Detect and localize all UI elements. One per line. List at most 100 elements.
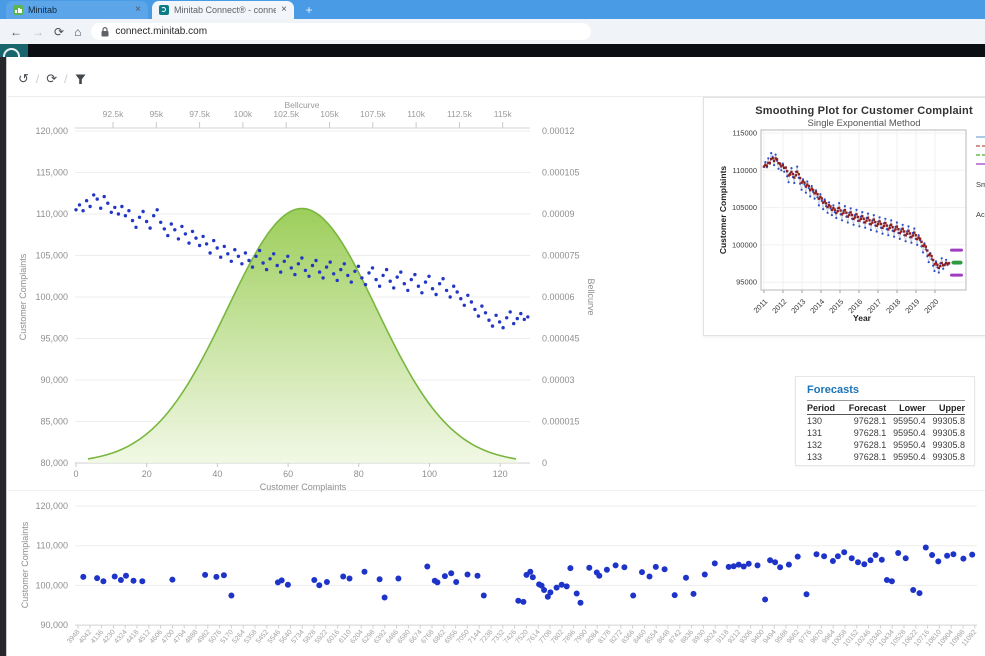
svg-text:Customer Complaints: Customer Complaints [260,482,347,492]
table-cell: 97628.1 [841,451,886,463]
svg-text:80,000: 80,000 [40,458,68,468]
svg-text:40: 40 [212,469,222,479]
bellcurve-area [88,209,518,463]
svg-text:0.00003: 0.00003 [542,375,575,385]
chart-title: Smoothing Plot for Customer Complaint [704,105,985,117]
svg-text:110,000: 110,000 [36,209,68,219]
complaints-data-points [80,545,975,606]
tab-minitab-connect[interactable]: Minitab Connect® - connect.min × [152,1,294,19]
svg-text:115000: 115000 [733,129,757,138]
svg-text:2013: 2013 [789,297,807,315]
filter-icon[interactable] [75,74,86,85]
table-cell: 97628.1 [841,427,886,439]
tab-close-icon[interactable]: × [281,5,287,15]
svg-text:105000: 105000 [732,203,757,212]
svg-text:0: 0 [542,458,547,468]
svg-text:110,000: 110,000 [36,541,68,551]
svg-text:120,000: 120,000 [35,126,68,136]
svg-text:115,000: 115,000 [36,168,68,178]
svg-text:2011: 2011 [752,297,770,315]
back-icon[interactable]: ← [10,25,22,39]
svg-text:120,000: 120,000 [35,501,68,511]
forecasts-table: PeriodForecastLowerUpper 13097628.195950… [807,400,965,463]
svg-text:115k: 115k [494,109,513,119]
column-header: Forecast [841,401,886,415]
browser-toolbar: ← → ⟳ ⌂ connect.minitab.com [0,19,985,44]
svg-text:60: 60 [283,469,293,479]
svg-text:100,000: 100,000 [35,292,68,302]
svg-text:97.5k: 97.5k [189,109,211,119]
svg-text:Bellcurve: Bellcurve [586,278,596,315]
tab-bar: Minitab × Minitab Connect® - connect.min… [0,0,985,19]
table-row: 13297628.195950.499305.8 [807,439,965,451]
minitab-favicon-icon [13,5,23,15]
table-header-row: PeriodForecastLowerUpper [807,401,965,415]
svg-text:Customer Complaints: Customer Complaints [18,253,28,340]
svg-text:110k: 110k [407,109,426,119]
tab-label: Minitab Connect® - connect.min [174,5,276,15]
svg-text:95,000: 95,000 [40,334,68,344]
svg-text:0.00012: 0.00012 [542,126,575,136]
chart-subtitle: Single Exponential Method [704,118,985,129]
svg-text:0.000105: 0.000105 [542,168,580,178]
svg-text:100: 100 [422,469,437,479]
table-cell: 130 [807,415,841,428]
column-header: Lower [886,401,925,415]
tab-close-icon[interactable]: × [135,5,141,15]
svg-text:0.00009: 0.00009 [542,209,575,219]
table-cell: 97628.1 [841,415,886,428]
svg-text:2018: 2018 [884,297,902,315]
home-icon[interactable]: ⌂ [74,25,81,39]
table-cell: 99305.8 [926,415,965,428]
svg-text:100000: 100000 [732,240,757,249]
table-cell: 95950.4 [886,439,925,451]
legend: Sm Ac [976,137,985,219]
svg-text:2014: 2014 [808,297,826,315]
lock-icon [101,27,109,37]
history-icon[interactable]: ↺ [18,71,29,87]
svg-text:Sm: Sm [976,180,985,189]
url-text: connect.minitab.com [115,26,207,37]
forecast-points [951,261,962,265]
bellcurve-scatter-chart: 120,000 0.00012 115,000 0.000105 110,000 0.00… [10,100,655,495]
svg-text:Year: Year [853,313,872,323]
svg-text:105,000: 105,000 [35,251,68,261]
tab-minitab[interactable]: Minitab × [6,1,148,19]
svg-text:105k: 105k [320,109,339,119]
svg-text:80: 80 [354,469,364,479]
svg-text:0.000045: 0.000045 [542,334,580,344]
svg-text:Bellcurve: Bellcurve [285,100,320,110]
collapsed-side-panel[interactable] [0,57,7,656]
svg-text:6016: 6016 [326,629,341,646]
svg-text:0.00006: 0.00006 [542,292,575,302]
table-cell: 95950.4 [886,427,925,439]
smoothing-plot: 1150001100001050001000009500020112012201… [704,129,985,334]
smoothing-plot-panel: Smoothing Plot for Customer Complaint Si… [703,97,985,336]
table-cell: 133 [807,451,841,463]
table-cell: 95950.4 [886,451,925,463]
reload-icon[interactable]: ⟳ [54,25,64,39]
forecasts-title: Forecasts [807,384,965,396]
svg-text:0.000015: 0.000015 [542,417,580,427]
address-bar[interactable]: connect.minitab.com [91,23,591,40]
svg-text:95k: 95k [149,109,163,119]
dashboard-content: ↺ / ⟳ / 120,0000.00012115,0000.000105110… [8,57,985,656]
forward-icon[interactable]: → [32,25,44,39]
new-tab-button[interactable]: + [302,3,316,17]
minitab-connect-logo [0,44,28,57]
svg-text:120: 120 [493,469,508,479]
svg-text:90,000: 90,000 [40,375,68,385]
svg-text:110000: 110000 [733,166,757,175]
minitab-connect-favicon-icon [159,5,169,15]
column-header: Upper [926,401,965,415]
svg-text:Ac: Ac [976,210,985,219]
tab-label: Minitab [28,5,130,15]
table-cell: 99305.8 [926,439,965,451]
svg-text:9024: 9024 [703,629,718,646]
svg-text:95000: 95000 [736,278,757,287]
svg-text:92.5k: 92.5k [103,109,125,119]
svg-text:2012: 2012 [770,297,788,315]
svg-text:Customer Complaints: Customer Complaints [20,521,30,608]
table-row: 13197628.195950.499305.8 [807,427,965,439]
refresh-icon[interactable]: ⟳ [46,71,57,87]
